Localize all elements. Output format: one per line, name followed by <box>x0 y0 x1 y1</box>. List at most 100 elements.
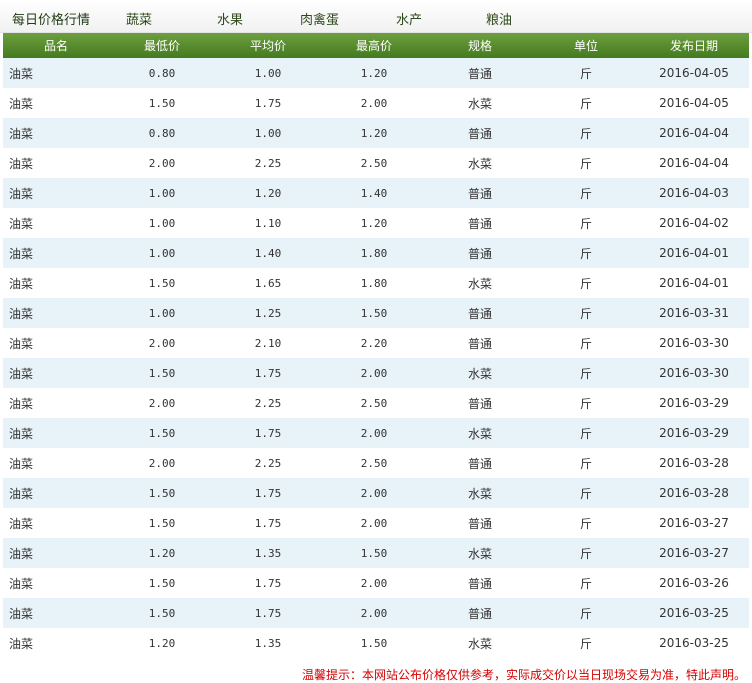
cell-max-price: 1.20 <box>360 126 388 140</box>
nav-item-vegetables[interactable]: 蔬菜 <box>126 9 152 28</box>
nav-item-aquatic[interactable]: 水产 <box>396 9 422 28</box>
cell-min-price: 0.80 <box>148 126 176 140</box>
table-row: 油菜 1.50 1.75 2.00 普通 斤 2016-03-25 <box>3 598 749 628</box>
cell-spec: 水菜 <box>467 156 492 171</box>
nav-item-grain-oil[interactable]: 粮油 <box>486 9 512 28</box>
cell-publish-date: 2016-03-29 <box>659 396 729 410</box>
cell-min-price: 2.00 <box>148 156 176 170</box>
cell-spec: 普通 <box>467 216 492 231</box>
price-table-header: 品名 最低价 平均价 最高价 规格 单位 发布日期 <box>3 33 749 58</box>
cell-product-name: 油菜 <box>9 426 34 441</box>
cell-avg-price: 1.00 <box>254 126 282 140</box>
cell-avg-price: 2.10 <box>254 336 282 350</box>
cell-publish-date: 2016-03-30 <box>659 366 729 380</box>
cell-min-price: 2.00 <box>148 336 176 350</box>
cell-max-price: 2.00 <box>360 576 388 590</box>
column-header-unit: 单位 <box>573 39 598 53</box>
cell-product-name: 油菜 <box>9 546 34 561</box>
cell-min-price: 1.00 <box>148 246 176 260</box>
cell-unit: 斤 <box>579 306 592 321</box>
cell-product-name: 油菜 <box>9 216 34 231</box>
nav-item-fruits[interactable]: 水果 <box>217 9 243 28</box>
cell-publish-date: 2016-04-05 <box>659 66 729 80</box>
cell-avg-price: 1.20 <box>254 186 282 200</box>
cell-max-price: 2.00 <box>360 606 388 620</box>
cell-max-price: 2.00 <box>360 96 388 110</box>
cell-min-price: 1.00 <box>148 306 176 320</box>
cell-avg-price: 1.75 <box>254 366 282 380</box>
cell-spec: 普通 <box>467 306 492 321</box>
cell-spec: 水菜 <box>467 426 492 441</box>
column-header-max-price: 最高价 <box>355 39 392 53</box>
cell-min-price: 0.80 <box>148 66 176 80</box>
cell-max-price: 1.20 <box>360 66 388 80</box>
cell-min-price: 1.20 <box>148 636 176 650</box>
cell-publish-date: 2016-04-01 <box>659 276 729 290</box>
cell-product-name: 油菜 <box>9 126 34 141</box>
cell-max-price: 2.00 <box>360 366 388 380</box>
table-row: 油菜 2.00 2.25 2.50 普通 斤 2016-03-28 <box>3 448 749 478</box>
price-table: 品名 最低价 平均价 最高价 规格 单位 发布日期 油菜 0.80 1.00 1.20 普通斤 201… <box>3 33 749 658</box>
header-row: 品名 最低价 平均价 最高价 规格 单位 发布日期 <box>3 33 749 58</box>
cell-publish-date: 2016-04-05 <box>659 96 729 110</box>
cell-spec: 水菜 <box>467 636 492 651</box>
cell-spec: 水菜 <box>467 546 492 561</box>
cell-avg-price: 1.75 <box>254 96 282 110</box>
cell-unit: 斤 <box>579 66 592 81</box>
nav-title: 每日价格行情 <box>12 13 91 28</box>
column-header-spec: 规格 <box>467 39 492 53</box>
cell-avg-price: 1.00 <box>254 66 282 80</box>
column-header-product-name: 品名 <box>43 39 68 53</box>
cell-spec: 普通 <box>467 66 492 81</box>
nav-item-meat-poultry-eggs[interactable]: 肉禽蛋 <box>300 9 339 28</box>
cell-publish-date: 2016-04-04 <box>659 156 729 170</box>
cell-avg-price: 1.75 <box>254 426 282 440</box>
cell-product-name: 油菜 <box>9 516 34 531</box>
cell-publish-date: 2016-04-02 <box>659 216 729 230</box>
cell-publish-date: 2016-03-27 <box>659 516 729 530</box>
column-header-avg-price: 平均价 <box>249 39 286 53</box>
cell-min-price: 1.00 <box>148 186 176 200</box>
cell-product-name: 油菜 <box>9 576 34 591</box>
cell-spec: 水菜 <box>467 96 492 111</box>
cell-unit: 斤 <box>579 246 592 261</box>
cell-avg-price: 1.35 <box>254 636 282 650</box>
cell-max-price: 2.50 <box>360 156 388 170</box>
table-row: 油菜 1.50 1.75 2.00 水菜 斤 2016-03-29 <box>3 418 749 448</box>
cell-unit: 斤 <box>579 366 592 381</box>
cell-unit: 斤 <box>579 96 592 111</box>
cell-max-price: 2.00 <box>360 516 388 530</box>
table-row: 油菜 1.50 1.75 2.00 普通 斤 2016-03-27 <box>3 508 749 538</box>
cell-product-name: 油菜 <box>9 306 34 321</box>
cell-min-price: 1.50 <box>148 516 176 530</box>
cell-spec: 普通 <box>467 516 492 531</box>
cell-product-name: 油菜 <box>9 606 34 621</box>
cell-avg-price: 2.25 <box>254 456 282 470</box>
category-nav: 每日价格行情 蔬菜 水果 肉禽蛋 水产 粮油 <box>0 0 752 33</box>
cell-unit: 斤 <box>579 396 592 411</box>
cell-publish-date: 2016-03-25 <box>659 636 729 650</box>
table-row: 油菜 1.00 1.20 1.40 普通 斤 2016-04-03 <box>3 178 749 208</box>
cell-unit: 斤 <box>579 276 592 291</box>
cell-publish-date: 2016-04-03 <box>659 186 729 200</box>
cell-product-name: 油菜 <box>9 636 34 651</box>
cell-max-price: 1.20 <box>360 216 388 230</box>
cell-avg-price: 2.25 <box>254 156 282 170</box>
cell-min-price: 1.50 <box>148 486 176 500</box>
cell-max-price: 2.50 <box>360 456 388 470</box>
cell-max-price: 1.80 <box>360 276 388 290</box>
cell-product-name: 油菜 <box>9 186 34 201</box>
cell-max-price: 2.20 <box>360 336 388 350</box>
cell-avg-price: 1.35 <box>254 546 282 560</box>
cell-publish-date: 2016-04-01 <box>659 246 729 260</box>
cell-publish-date: 2016-03-29 <box>659 426 729 440</box>
cell-unit: 斤 <box>579 516 592 531</box>
cell-spec: 普通 <box>467 186 492 201</box>
cell-publish-date: 2016-03-25 <box>659 606 729 620</box>
table-row: 油菜 2.00 2.25 2.50 普通 斤 2016-03-29 <box>3 388 749 418</box>
cell-product-name: 油菜 <box>9 366 34 381</box>
cell-unit: 斤 <box>579 126 592 141</box>
cell-min-price: 1.50 <box>148 426 176 440</box>
table-row: 油菜 0.80 1.00 1.20 普通 斤 2016-04-04 <box>3 118 749 148</box>
cell-min-price: 2.00 <box>148 456 176 470</box>
